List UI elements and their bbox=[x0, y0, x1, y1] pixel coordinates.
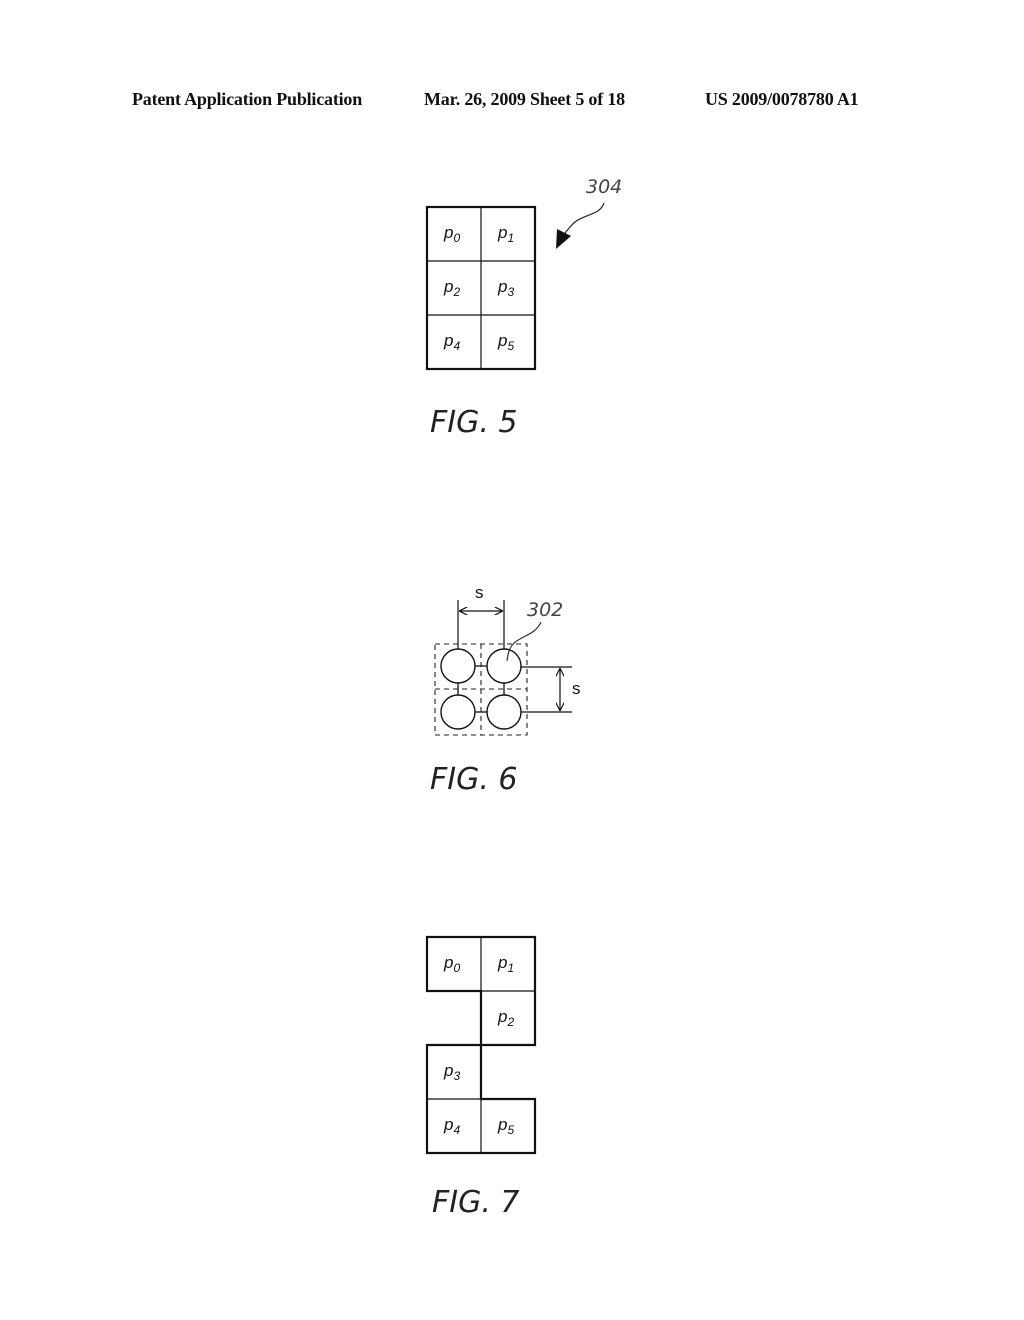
fig5-cell-label-p3: p3 bbox=[497, 277, 514, 299]
fig5-cell-label-p5: p5 bbox=[497, 331, 514, 353]
dot bbox=[486, 694, 522, 730]
fig5-cell-label-p0: p0 bbox=[443, 223, 460, 245]
fig5-cell-label-p2: p2 bbox=[443, 277, 460, 299]
fig7-cell-label-p4: p4 bbox=[443, 1115, 460, 1137]
fig7-cell-label-p2: p2 bbox=[497, 1007, 514, 1029]
fig6-vertical-dimension bbox=[521, 666, 572, 713]
fig5-reference-number: 304 bbox=[586, 176, 622, 198]
dot bbox=[440, 694, 476, 730]
dot bbox=[440, 648, 476, 684]
figure-7: p0 p1 p2 p3 p4 p5 FIG. 7 bbox=[425, 935, 537, 1220]
fig7-cell-label-p3: p3 bbox=[443, 1061, 460, 1083]
fig6-horizontal-dimension bbox=[457, 600, 505, 649]
fig7-caption: FIG. 7 bbox=[432, 1185, 520, 1220]
fig6-spacing-label-vertical: s bbox=[572, 679, 581, 698]
fig7-cell-label-p1: p1 bbox=[497, 953, 514, 975]
fig5-caption: FIG. 5 bbox=[430, 405, 518, 440]
fig6-caption: FIG. 6 bbox=[430, 762, 518, 797]
fig7-cell-label-p0: p0 bbox=[443, 953, 460, 975]
fig7-cell-label-p5: p5 bbox=[497, 1115, 514, 1137]
fig5-cell-label-p4: p4 bbox=[443, 331, 460, 353]
dot bbox=[486, 648, 522, 684]
fig6-reference-number: 302 bbox=[527, 599, 563, 621]
figure-5: p0 p1 p2 p3 p4 p5 304 FIG. 5 bbox=[425, 176, 622, 440]
fig5-cell-label-p1: p1 bbox=[497, 223, 514, 245]
fig6-spacing-label-horizontal: s bbox=[475, 583, 484, 602]
figure-6: s s 302 FIG. 6 bbox=[430, 583, 581, 797]
fig5-arrowhead-icon bbox=[556, 229, 571, 249]
patent-drawing-sheet: p0 p1 p2 p3 p4 p5 304 FIG. 5 s s 302 FIG. … bbox=[425, 176, 622, 1220]
